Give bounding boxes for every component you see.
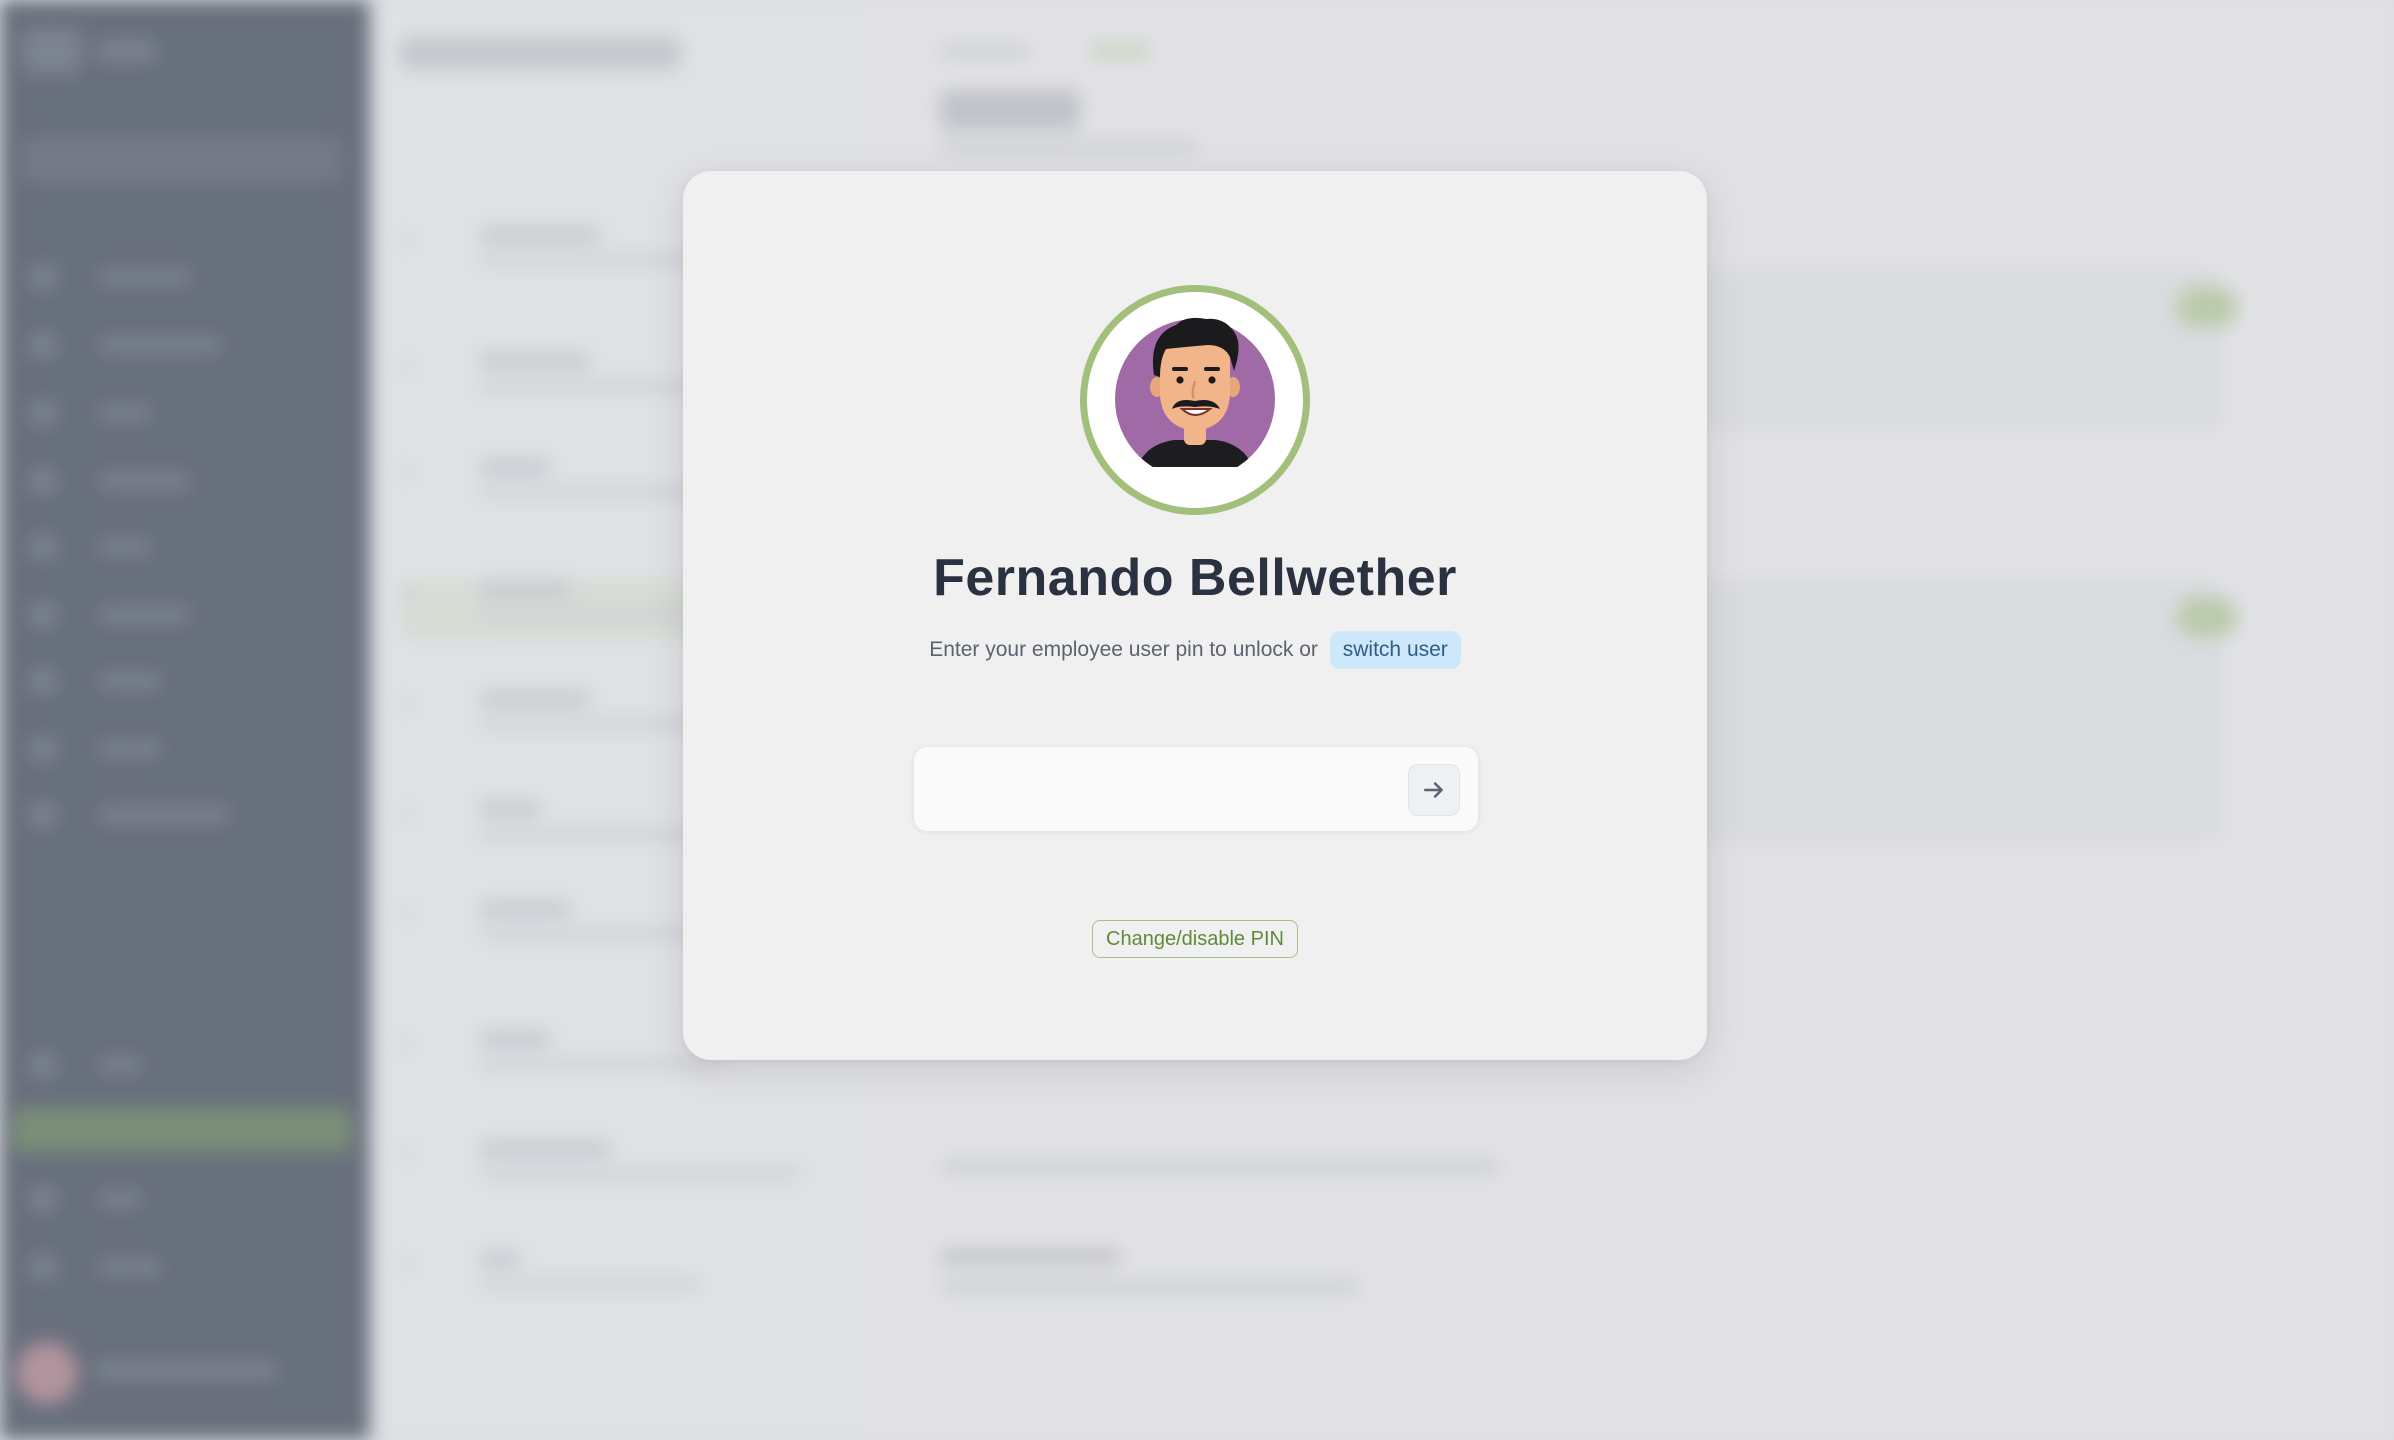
change-pin-button[interactable]: Change/disable PIN [1092, 920, 1298, 958]
instruction-text: Enter your employee user pin to unlock o… [929, 638, 1318, 661]
user-name: Fernando Bellwether [933, 549, 1457, 607]
unlock-instruction: Enter your employee user pin to unlock o… [683, 631, 1707, 669]
user-avatar-illustration [1115, 317, 1275, 467]
arrow-right-icon [1424, 782, 1443, 798]
pin-field [913, 746, 1479, 832]
switch-user-link[interactable]: switch user [1329, 631, 1461, 669]
submit-pin-button[interactable] [1408, 764, 1460, 816]
avatar [1080, 285, 1310, 515]
lock-dialog: Fernando Bellwether Enter your employee … [683, 171, 1707, 1060]
pin-input[interactable] [934, 765, 1398, 815]
